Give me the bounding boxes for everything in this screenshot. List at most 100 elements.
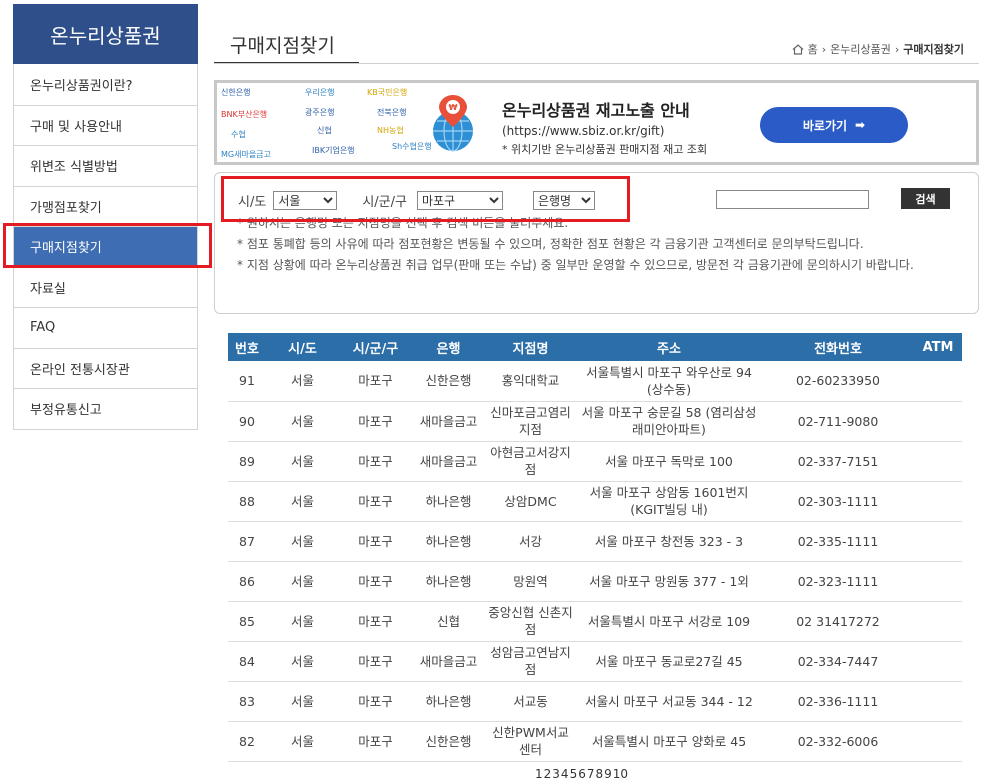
- sidebar-item-branch-search[interactable]: 구매지점찾기: [14, 226, 197, 267]
- globe-location-icon: ₩: [433, 95, 473, 152]
- page-link[interactable]: 9: [604, 767, 612, 781]
- row-address: 서울 마포구 창전동 323 - 3: [576, 521, 762, 562]
- go-button[interactable]: 바로가기 ➡: [760, 107, 908, 143]
- page-link[interactable]: 8: [595, 767, 603, 781]
- breadcrumb-onnuri[interactable]: 온누리상품권: [830, 41, 891, 57]
- bank-logo: 수협: [231, 130, 246, 139]
- row-gu: 마포구: [339, 681, 412, 722]
- row-bank: 신한은행: [412, 721, 485, 762]
- column-header: 주소: [576, 333, 762, 361]
- search-input[interactable]: [716, 190, 869, 209]
- page-title: 구매지점찾기: [214, 22, 359, 64]
- table-row: 91 서울 마포구 신한은행 홍익대학교 서울특별시 마포구 와우산로 94 (상수동) 0…: [228, 361, 962, 402]
- sidebar-item-merchant-search[interactable]: 가맹점포찾기: [14, 185, 197, 227]
- table-row: 82 서울 마포구 신한은행 신한PWM서교센터 서울특별시 마포구 양화로 45 02-3…: [228, 721, 962, 762]
- bank-select[interactable]: 은행명: [532, 191, 595, 210]
- row-address: 서울 마포구 숭문길 58 (염리삼성래미안아파트): [576, 401, 762, 442]
- row-address: 서울 마포구 독막로 100: [576, 441, 762, 482]
- row-number: 90: [228, 401, 266, 442]
- row-phone: 02-337-7151: [762, 441, 914, 482]
- row-sido: 서울: [266, 481, 339, 522]
- column-header: 번호: [228, 333, 266, 361]
- page-link[interactable]: 3: [552, 767, 560, 781]
- sidebar-item-report[interactable]: 부정유통신고: [14, 388, 197, 429]
- row-number: 82: [228, 721, 266, 762]
- sidebar: 온누리상품권 온누리상품권이란? 구매 및 사용안내 위변조 식별방법 가맹점포…: [13, 4, 198, 430]
- row-branch: 서강: [485, 521, 576, 562]
- note-line: * 점포 통폐합 등의 사유에 따라 점포현황은 변동될 수 있으며, 정확한 …: [237, 237, 864, 251]
- row-gu: 마포구: [339, 521, 412, 562]
- table-header-row: 번호 시/도 시/군/구 은행 지점명 주소 전화번호 ATM: [228, 333, 962, 361]
- sidebar-item-resources[interactable]: 자료실: [14, 266, 197, 308]
- row-gu: 마포구: [339, 561, 412, 602]
- row-gu: 마포구: [339, 361, 412, 402]
- banner-url: (https://www.sbiz.or.kr/gift): [502, 124, 665, 138]
- chevron-right-icon: ›: [894, 42, 900, 56]
- sidebar-item-faq[interactable]: FAQ: [14, 307, 197, 348]
- row-address: 서울 마포구 상암동 1601번지 (KGIT빌딩 내): [576, 481, 762, 522]
- row-branch: 아현금고서강지점: [485, 441, 576, 482]
- row-bank: 하나은행: [412, 561, 485, 602]
- page-link[interactable]: 1: [535, 767, 543, 781]
- branch-table: 번호 시/도 시/군/구 은행 지점명 주소 전화번호 ATM 91 서울 마포구 신…: [228, 333, 962, 762]
- bank-logo: 신한은행: [221, 88, 251, 97]
- search-button[interactable]: 검색: [901, 188, 950, 209]
- page-link[interactable]: 2: [544, 767, 552, 781]
- row-address: 서울 마포구 동교로27길 45: [576, 641, 762, 682]
- row-number: 88: [228, 481, 266, 522]
- note-line: * 원하시는 은행명 또는 지점명을 선택 후 검색 버튼을 눌러주세요.: [237, 216, 569, 230]
- bank-logo: KB국민은행: [367, 88, 408, 97]
- column-header: 전화번호: [762, 333, 914, 361]
- row-bank: 신협: [412, 601, 485, 642]
- row-branch: 홍익대학교: [485, 361, 576, 402]
- table-row: 86 서울 마포구 하나은행 망원역 서울 마포구 망원동 377 - 1외 02-323-…: [228, 561, 962, 602]
- row-sido: 서울: [266, 361, 339, 402]
- sidebar-title: 온누리상품권: [13, 4, 198, 64]
- bank-logo: 전북은행: [377, 108, 407, 117]
- gu-select[interactable]: 마포구: [416, 191, 503, 210]
- bank-logo: 신협: [317, 126, 332, 135]
- page-link[interactable]: 5: [570, 767, 578, 781]
- bank-logos: 신한은행 우리은행 KB국민은행 BNK부산은행 광주은행 전북은행 수협 신협…: [217, 83, 432, 162]
- row-number: 89: [228, 441, 266, 482]
- bank-logo: 우리은행: [305, 88, 335, 97]
- filter-row: 시/도 서울 시/군/구 마포구 은행명: [238, 191, 595, 210]
- pagination: 1 2 3 4 5 6 7 8 9 10: [535, 767, 628, 781]
- row-branch: 망원역: [485, 561, 576, 602]
- row-atm: [914, 361, 962, 402]
- row-gu: 마포구: [339, 441, 412, 482]
- row-atm: [914, 641, 962, 682]
- breadcrumb-home[interactable]: 홈: [808, 41, 818, 57]
- row-address: 서울특별시 마포구 서강로 109: [576, 601, 762, 642]
- home-icon: [792, 43, 803, 55]
- row-branch: 중앙신협 신촌지점: [485, 601, 576, 642]
- sido-select[interactable]: 서울: [273, 191, 338, 210]
- row-atm: [914, 481, 962, 522]
- sidebar-item-online-market[interactable]: 온라인 전통시장관: [14, 347, 197, 389]
- gu-label: 시/군/구: [362, 195, 407, 210]
- banner-title: 온누리상품권 재고노출 안내: [502, 101, 690, 120]
- page-link[interactable]: 7: [587, 767, 595, 781]
- page-link[interactable]: 10: [613, 767, 628, 781]
- row-bank: 신한은행: [412, 361, 485, 402]
- search-notes: * 원하시는 은행명 또는 지점명을 선택 후 검색 버튼을 눌러주세요. * …: [237, 213, 962, 276]
- row-atm: [914, 561, 962, 602]
- row-phone: 02-334-7447: [762, 641, 914, 682]
- row-branch: 신마포금고염리지점: [485, 401, 576, 442]
- page-link[interactable]: 6: [578, 767, 586, 781]
- table-row: 85 서울 마포구 신협 중앙신협 신촌지점 서울특별시 마포구 서강로 109 02 31…: [228, 601, 962, 642]
- row-gu: 마포구: [339, 481, 412, 522]
- table-row: 87 서울 마포구 하나은행 서강 서울 마포구 창전동 323 - 3 02-335-11…: [228, 521, 962, 562]
- row-bank: 새마을금고: [412, 441, 485, 482]
- sidebar-item-counterfeit[interactable]: 위변조 식별방법: [14, 145, 197, 186]
- row-sido: 서울: [266, 401, 339, 442]
- note-line: * 지점 상황에 따라 온누리상품권 취급 업무(판매 또는 수납) 중 일부만…: [237, 258, 914, 272]
- column-header: ATM: [914, 333, 962, 361]
- row-branch: 상암DMC: [485, 481, 576, 522]
- row-branch: 신한PWM서교센터: [485, 721, 576, 762]
- sidebar-item-about[interactable]: 온누리상품권이란?: [14, 64, 197, 105]
- bank-logo: Sh수협은행: [392, 142, 432, 151]
- row-gu: 마포구: [339, 601, 412, 642]
- sidebar-item-purchase-guide[interactable]: 구매 및 사용안내: [14, 104, 197, 146]
- page-link[interactable]: 4: [561, 767, 569, 781]
